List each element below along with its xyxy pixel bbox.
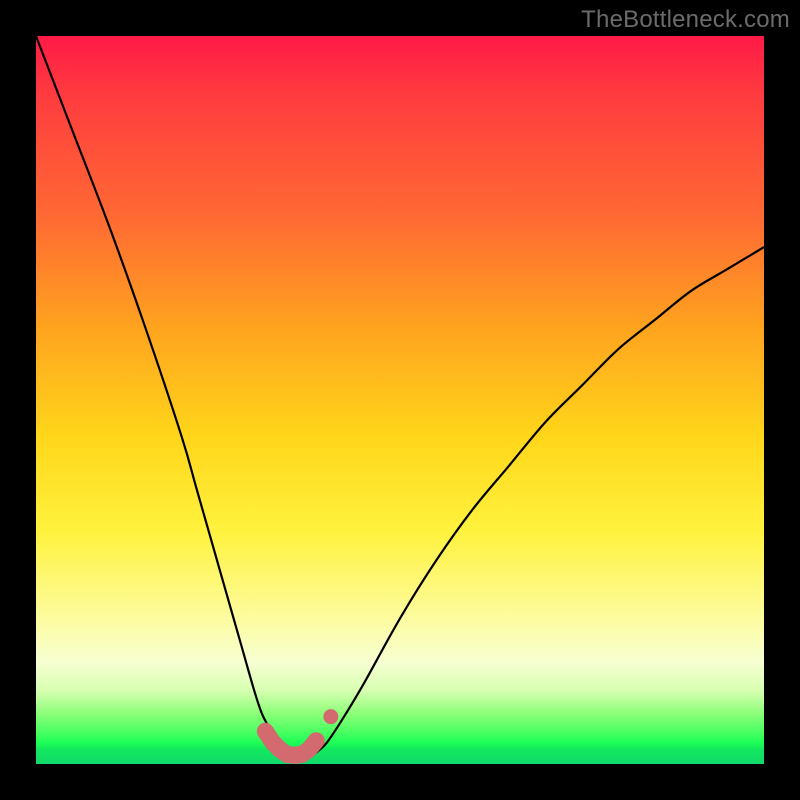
bottleneck-curve <box>36 36 764 757</box>
plot-area <box>36 36 764 764</box>
trough-marker-stroke <box>265 731 316 755</box>
chart-stage: TheBottleneck.com <box>0 0 800 800</box>
watermark-text: TheBottleneck.com <box>581 6 790 34</box>
trough-marker-dot <box>323 709 338 724</box>
curve-svg <box>36 36 764 764</box>
